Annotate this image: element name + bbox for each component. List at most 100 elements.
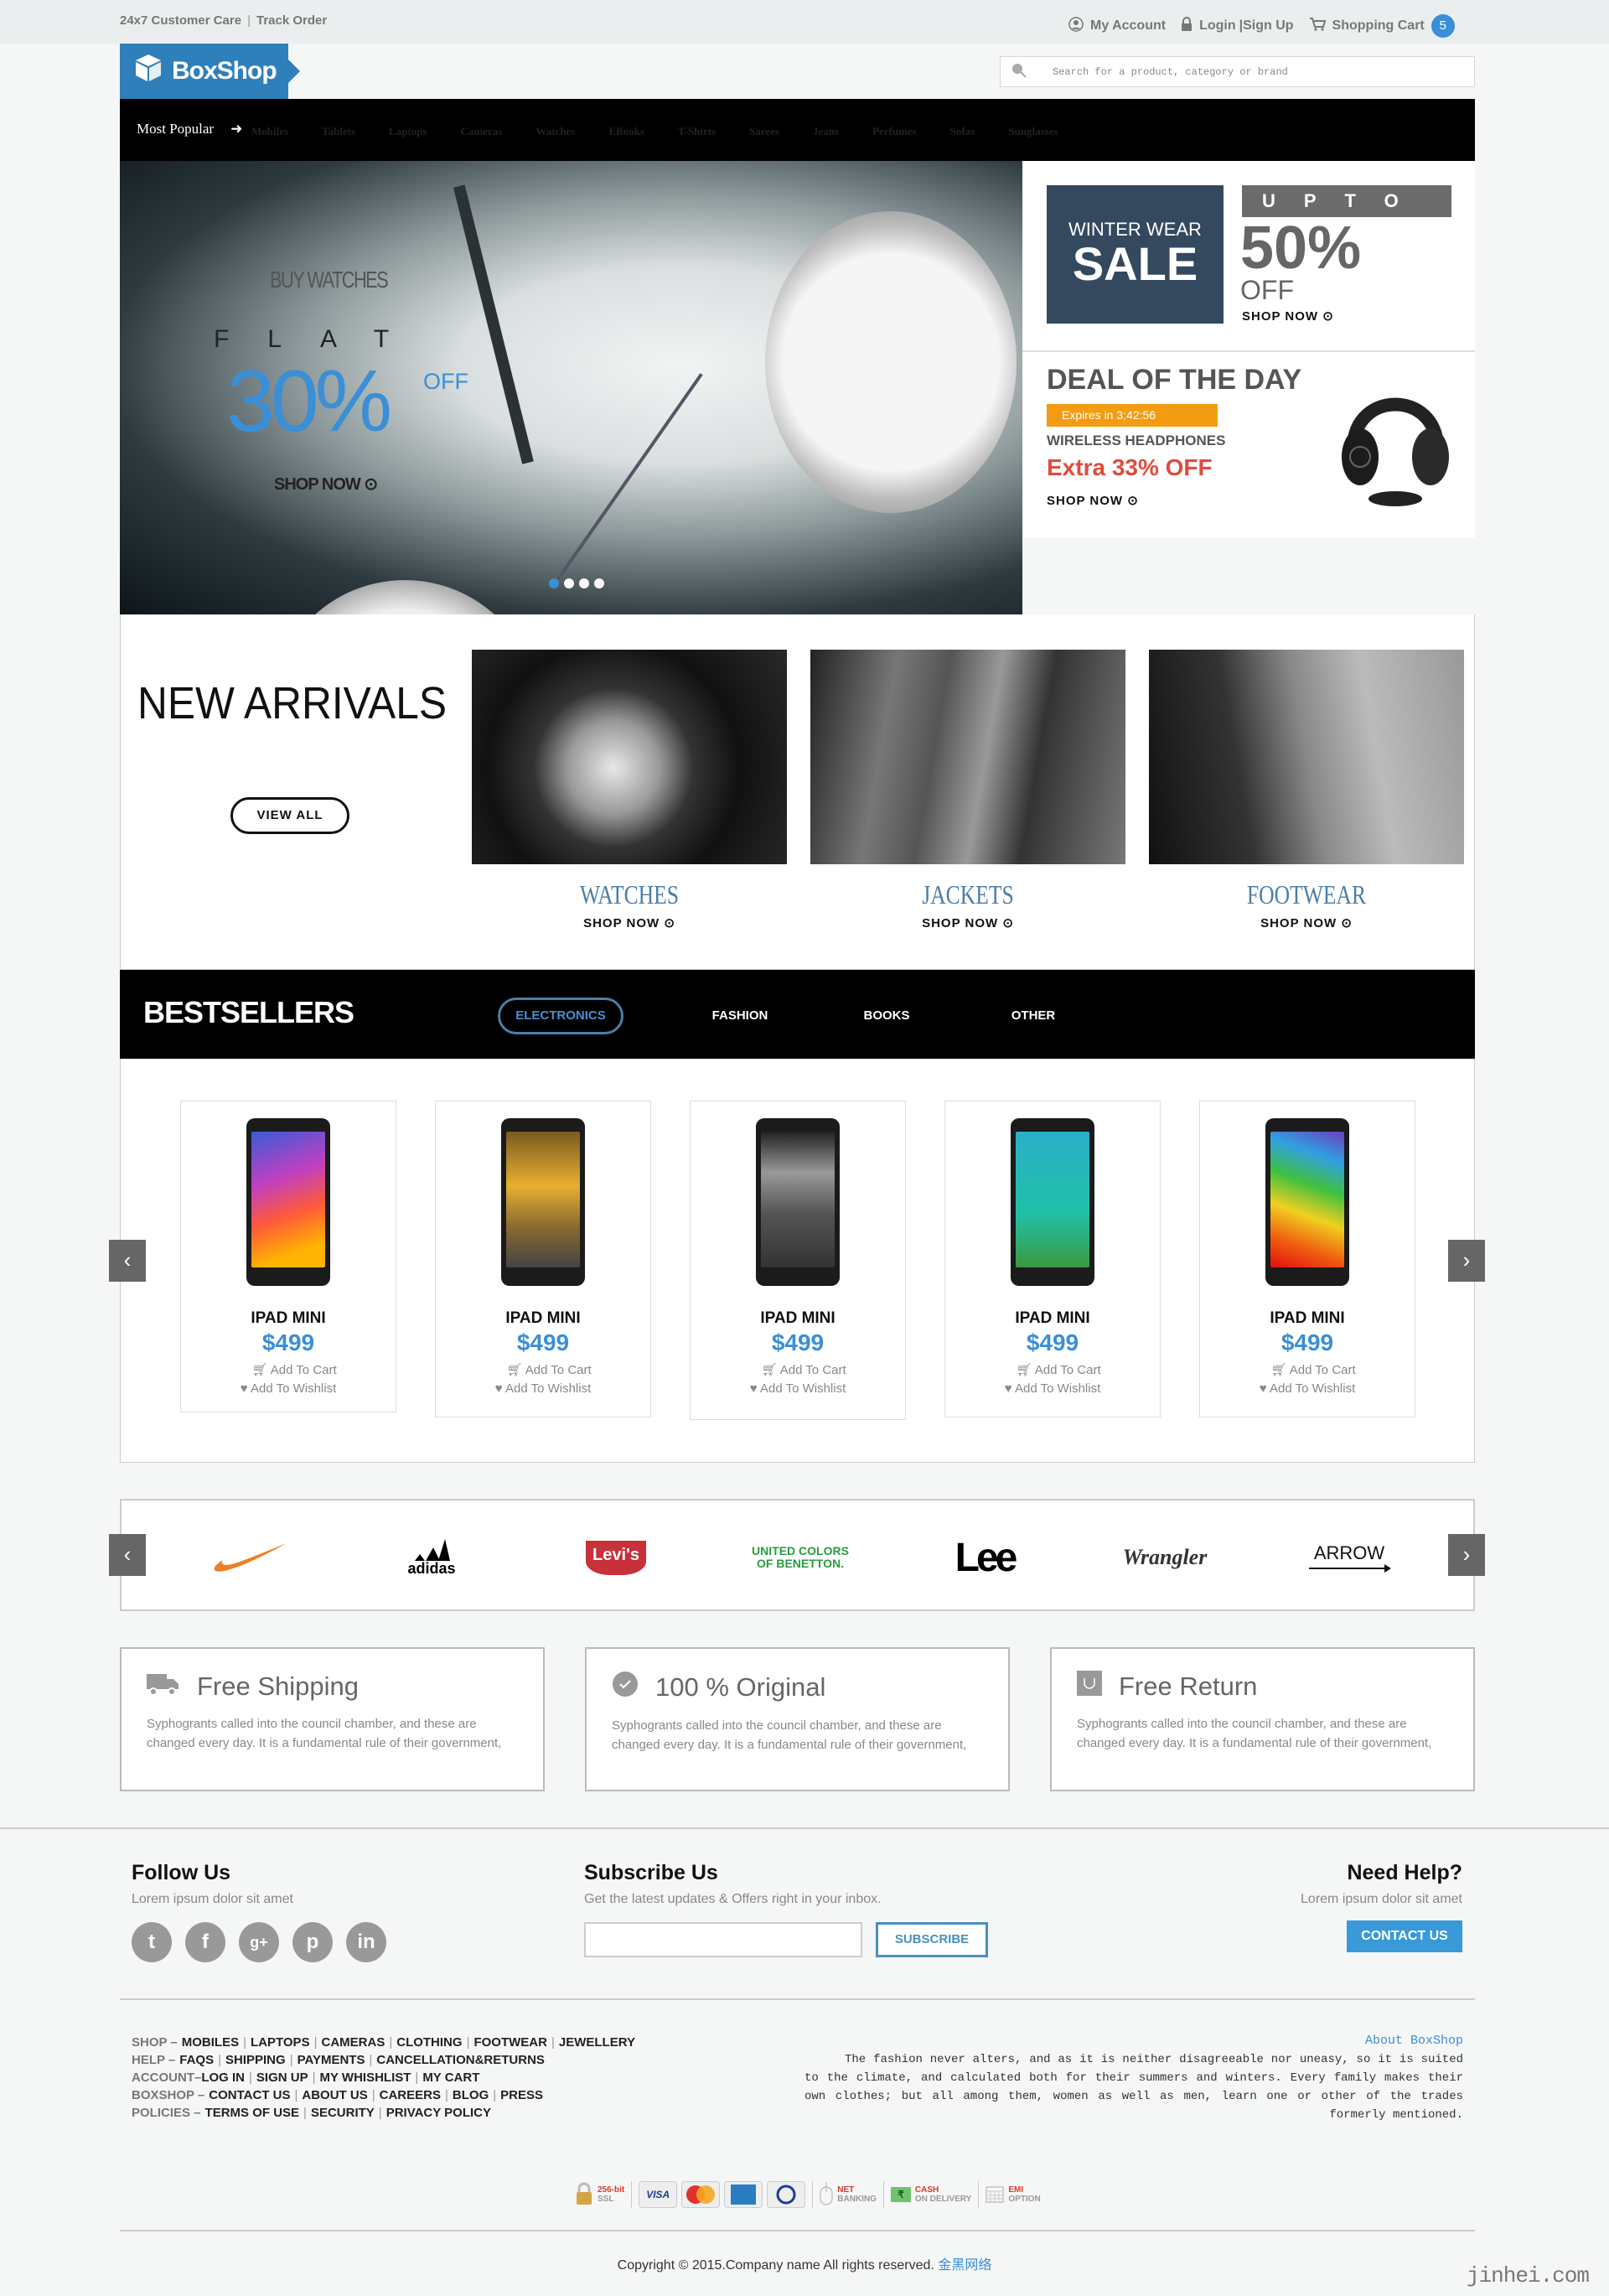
slider-dot-1[interactable] [549,578,559,588]
pinterest-icon[interactable]: p [292,1922,333,1962]
footer-link[interactable]: TERMS OF USE [205,2106,300,2120]
nav-item-perfumes[interactable]: Perfumes [872,122,917,140]
tab-fashion[interactable]: FASHION [698,998,782,1034]
add-to-cart-link[interactable]: 🛒︎ Add To Cart [1200,1361,1415,1380]
footer-link[interactable]: SHIPPING [225,2053,286,2067]
subscribe-email-input[interactable] [584,1922,862,1957]
nav-item-laptops[interactable]: Laptops [389,122,427,140]
nav-item-watches[interactable]: Watches [535,122,575,140]
nav-item-ebooks[interactable]: EBooks [608,122,644,140]
product-card[interactable]: IPAD MINI $499 🛒︎ Add To Cart ♥ Add To Wi… [944,1101,1161,1418]
promo-shop-now[interactable]: SHOP NOW ⊙ [1242,308,1334,324]
footer-link[interactable]: CAREERS [380,2088,441,2102]
nav-item-sarees[interactable]: Sarees [749,122,779,140]
brand-logo-nike[interactable] [190,1534,308,1581]
brand-logo-lee[interactable]: Lee [926,1534,1043,1581]
add-to-wishlist-link[interactable]: ♥ Add To Wishlist [945,1380,1160,1398]
footer-link[interactable]: CONTACT US [209,2088,290,2102]
footer-link[interactable]: MOBILES [182,2035,239,2050]
add-to-wishlist-link[interactable]: ♥ Add To Wishlist [436,1380,650,1398]
nav-item-cameras[interactable]: Cameras [461,122,503,140]
nav-item-tablets[interactable]: Tablets [322,122,355,140]
footer-link[interactable]: CAMERAS [321,2035,385,2050]
slider-dot-4[interactable] [594,578,604,588]
footer-link[interactable]: CANCELLATION&RETURNS [376,2053,545,2067]
product-card[interactable]: IPAD MINI $499 🛒︎ Add To Cart ♥ Add To Wi… [1199,1101,1415,1418]
product-card[interactable]: IPAD MINI $499 🛒︎ Add To Cart ♥ Add To Wi… [180,1101,396,1412]
logo[interactable]: BoxShop [120,44,300,99]
nav-item-sunglasses[interactable]: Sunglasses [1008,122,1058,140]
hero-shop-now[interactable]: SHOP NOW ⊙ [274,474,378,495]
category-jackets[interactable]: JACKETS SHOP NOW ⊙ [810,650,1125,930]
search-input[interactable]: Search for a product, category or brand [1000,56,1475,87]
footer-link[interactable]: SIGN UP [256,2071,308,2085]
add-to-wishlist-link[interactable]: ♥ Add To Wishlist [1200,1380,1415,1398]
login-link[interactable]: Login [1199,18,1236,34]
hero-discount: 30% [226,353,392,450]
shopping-cart-link[interactable]: Shopping Cart [1332,18,1425,34]
footer-link[interactable]: ABOUT US [302,2088,367,2102]
linkedin-icon[interactable]: in [346,1922,386,1962]
brands-next-button[interactable]: › [1448,1534,1485,1576]
view-all-button[interactable]: VIEW ALL [230,797,349,834]
signup-link[interactable]: |Sign Up [1239,18,1294,34]
nav-item-mobiles[interactable]: Mobiles [251,122,288,140]
footer-link[interactable]: LAPTOPS [251,2035,310,2050]
add-to-cart-link[interactable]: 🛒︎ Add To Cart [945,1361,1160,1380]
winter-sale-box[interactable]: WINTER WEAR SALE [1047,185,1224,324]
need-help-title: Need Help? [1347,1861,1462,1884]
add-to-cart-link[interactable]: 🛒︎ Add To Cart [691,1361,905,1380]
category-footwear[interactable]: FOOTWEAR SHOP NOW ⊙ [1149,650,1464,930]
google-plus-icon[interactable]: g+ [239,1922,279,1962]
tab-electronics[interactable]: ELECTRONICS [498,998,623,1034]
facebook-icon[interactable]: f [185,1922,225,1962]
footer-link[interactable]: FAQS [179,2053,214,2067]
track-order-link[interactable]: Track Order [256,13,327,28]
footer-link[interactable]: PRIVACY POLICY [386,2106,491,2120]
nav-item-jeans[interactable]: Jeans [813,122,839,140]
tab-books[interactable]: BOOKS [853,998,920,1034]
subscribe-button[interactable]: SUBSCRIBE [876,1922,988,1957]
contact-us-button[interactable]: CONTACT US [1347,1920,1462,1952]
deal-shop-now[interactable]: SHOP NOW ⊙ [1047,493,1139,508]
brands-prev-button[interactable]: ‹ [109,1534,146,1576]
subscribe-title: Subscribe Us [584,1861,718,1884]
my-account-link[interactable]: My Account [1090,18,1166,34]
copyright-link[interactable]: 金黑网络 [938,2258,991,2273]
customer-care-link[interactable]: 24x7 Customer Care [120,13,241,28]
add-to-wishlist-link[interactable]: ♥ Add To Wishlist [691,1380,905,1398]
product-card[interactable]: IPAD MINI $499 🛒︎ Add To Cart ♥ Add To Wi… [690,1101,906,1420]
slider-dot-2[interactable] [564,578,574,588]
footer-link[interactable]: MY CART [422,2071,479,2085]
products-next-button[interactable]: › [1448,1240,1485,1282]
brand-logo-arrow[interactable]: ARROW [1291,1534,1408,1581]
add-to-cart-link[interactable]: 🛒︎ Add To Cart [436,1361,650,1380]
category-watches[interactable]: WATCHES SHOP NOW ⊙ [472,650,787,930]
products-prev-button[interactable]: ‹ [109,1240,146,1282]
footer-link[interactable]: SECURITY [311,2106,375,2120]
footer-link[interactable]: MY WHISHLIST [320,2071,411,2085]
category-shop-now[interactable]: SHOP NOW ⊙ [472,915,787,930]
tab-other[interactable]: OTHER [1000,998,1067,1034]
brand-logo-levis[interactable]: Levi's [557,1534,675,1581]
footer-link[interactable]: PRESS [500,2088,543,2102]
add-to-cart-link[interactable]: 🛒︎ Add To Cart [181,1361,396,1380]
category-shop-now[interactable]: SHOP NOW ⊙ [1149,915,1464,930]
slider-dot-3[interactable] [579,578,589,588]
footer-link[interactable]: LOG IN [201,2071,245,2085]
footer-link[interactable]: PAYMENTS [297,2053,365,2067]
add-to-wishlist-link[interactable]: ♥ Add To Wishlist [181,1380,396,1398]
brand-logo-benetton[interactable]: UNITED COLORS OF BENETTON. [742,1534,859,1581]
most-popular[interactable]: Most Popular ➜ [137,121,242,137]
footer-link[interactable]: JEWELLERY [559,2035,635,2050]
twitter-icon[interactable]: t [132,1922,172,1962]
brand-logo-adidas[interactable]: adidas [373,1534,490,1581]
nav-item-tshirts[interactable]: T-Shirts [678,122,716,140]
nav-item-sofas[interactable]: Sofas [950,122,975,140]
footer-link[interactable]: FOOTWEAR [473,2035,547,2050]
category-shop-now[interactable]: SHOP NOW ⊙ [810,915,1125,930]
brand-logo-wrangler[interactable]: Wrangler [1106,1534,1224,1581]
product-card[interactable]: IPAD MINI $499 🛒︎ Add To Cart ♥ Add To Wi… [435,1101,651,1418]
footer-link[interactable]: BLOG [453,2088,489,2102]
footer-link[interactable]: CLOTHING [396,2035,462,2050]
